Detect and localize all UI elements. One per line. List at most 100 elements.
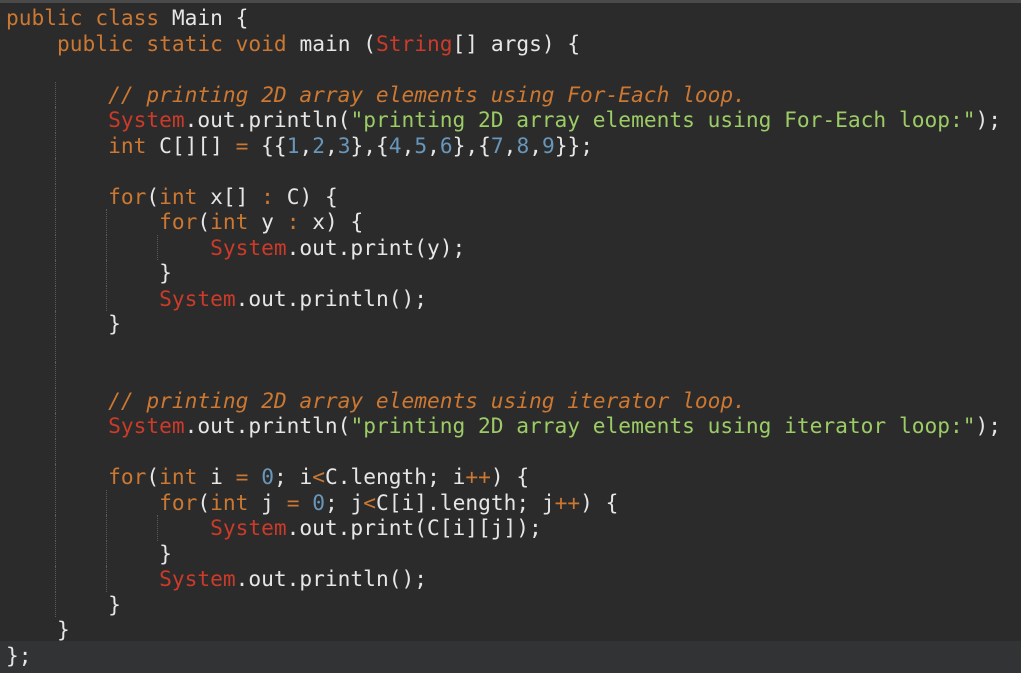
code-token: int <box>108 132 147 158</box>
code-token: 4 <box>388 132 402 158</box>
code-token: } <box>57 617 70 642</box>
code-token: 3 <box>337 132 351 158</box>
code-token: "printing 2D array elements using iterat… <box>350 413 976 438</box>
code-line: for(int j = 0; j<C[i].length; j++) { <box>6 489 1021 515</box>
indent-guide <box>55 540 56 566</box>
code-line <box>6 336 1021 362</box>
code-token: 7 <box>490 132 504 158</box>
indent-guide <box>55 336 56 362</box>
code-line <box>6 438 1021 464</box>
indent-guide <box>106 209 107 235</box>
code-token: x) { <box>299 209 364 234</box>
code-token: ); <box>975 413 1001 438</box>
indent-guide <box>55 183 56 209</box>
code-token: : <box>286 209 300 234</box>
code-token: x[] <box>197 183 262 209</box>
code-token: ( <box>197 209 211 234</box>
code-token: , <box>401 132 415 158</box>
code-token: ; i <box>273 464 313 489</box>
code-token: } <box>159 260 172 285</box>
code-line: public static void main (String[] args) … <box>6 31 1021 57</box>
indent-guide <box>55 107 56 133</box>
indent-guide <box>55 81 56 107</box>
code-token: int <box>159 183 198 209</box>
code-token: [] <box>452 30 491 56</box>
code-line: }; <box>6 643 1021 669</box>
code-token: 0 <box>312 489 325 515</box>
code-area[interactable]: public class Main { public static void m… <box>6 5 1021 668</box>
code-line: // printing 2D array elements using For-… <box>6 81 1021 107</box>
code-token: i <box>197 464 236 489</box>
code-token: ( <box>197 489 211 515</box>
code-token: = <box>286 489 300 515</box>
code-token: = <box>235 464 249 489</box>
code-token: for <box>159 209 198 234</box>
code-token: public <box>6 5 83 30</box>
code-line <box>6 362 1021 388</box>
code-token: } <box>159 540 172 566</box>
code-editor[interactable]: public class Main { public static void m… <box>0 0 1021 673</box>
indent-guide <box>106 489 107 515</box>
indent-guide <box>55 387 56 413</box>
indent-guide <box>55 285 56 311</box>
code-line: } <box>6 617 1021 643</box>
code-token: .out.println(); <box>235 566 427 591</box>
indent-guide <box>55 132 56 158</box>
code-token: , <box>324 132 338 158</box>
code-token: .out.print(C[i][j]); <box>286 515 542 540</box>
code-token: System <box>108 413 185 438</box>
code-token: : <box>261 183 274 209</box>
code-token: {{ <box>248 132 287 158</box>
code-line: public class Main { <box>6 5 1021 31</box>
code-token: static <box>146 30 223 56</box>
code-token: System <box>210 515 287 540</box>
code-token: System <box>159 285 236 311</box>
code-token: , <box>503 132 517 158</box>
code-token: C) { <box>273 183 338 209</box>
code-line: // printing 2D array elements using iter… <box>6 387 1021 413</box>
code-token: 1 <box>286 132 300 158</box>
code-token: ); <box>975 107 1001 132</box>
code-token: },{ <box>452 132 491 158</box>
code-token: "printing 2D array elements using For-Ea… <box>350 107 976 132</box>
indent-guide <box>106 566 107 592</box>
code-token: public <box>57 30 134 56</box>
indent-guide <box>55 489 56 515</box>
code-token: ( <box>146 183 160 209</box>
code-line: System.out.println(); <box>6 566 1021 592</box>
code-token: < <box>312 464 326 489</box>
indent-guide <box>55 591 56 617</box>
indent-guide <box>55 413 56 439</box>
code-token: .out.println( <box>184 107 351 132</box>
code-token: C.length; i <box>325 464 466 489</box>
code-line: System.out.println("printing 2D array el… <box>6 107 1021 133</box>
code-token: System <box>210 234 287 260</box>
code-line: for(int x[] : C) { <box>6 183 1021 209</box>
code-token: int <box>210 209 249 234</box>
code-token: .out.println( <box>184 413 351 438</box>
indent-guide <box>55 311 56 337</box>
code-line: int C[][] = {{1,2,3},{4,5,6},{7,8,9}}; <box>6 132 1021 158</box>
code-token: ) { <box>541 30 581 56</box>
code-token: 8 <box>516 132 530 158</box>
indent-guide <box>106 285 107 311</box>
code-token: ( <box>146 464 160 489</box>
indent-guide <box>55 515 56 541</box>
code-token: 5 <box>414 132 428 158</box>
code-token: void <box>235 30 287 56</box>
code-token: ) { <box>580 489 619 515</box>
